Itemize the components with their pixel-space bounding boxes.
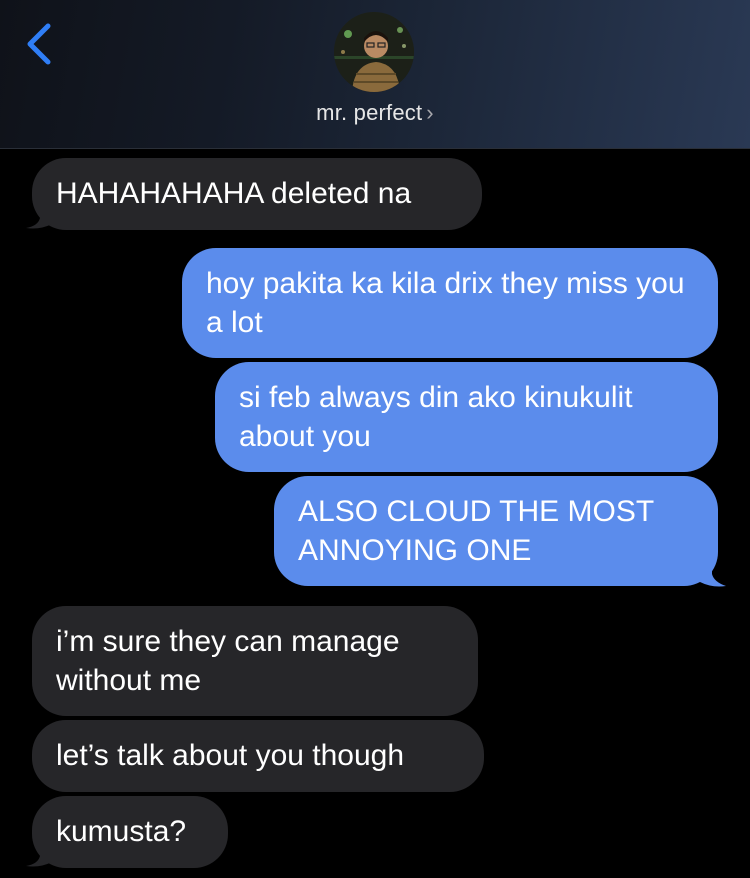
message-text: HAHAHAHAHA deleted na: [56, 177, 412, 210]
contact-photo: [334, 12, 414, 92]
message-bubble-received[interactable]: kumusta?: [32, 796, 228, 868]
message-text: si feb always din ako kinukulit about yo…: [239, 381, 633, 453]
contact-name: mr. perfect: [316, 100, 423, 125]
bubble-tail: [700, 560, 726, 587]
chevron-left-icon: [27, 23, 51, 65]
message-text: let’s talk about you though: [56, 739, 405, 772]
message-bubble-sent[interactable]: hoy pakita ka kila drix they miss you a …: [182, 248, 718, 358]
message-bubble-received[interactable]: HAHAHAHAHA deleted na: [32, 158, 482, 230]
back-button[interactable]: [20, 20, 60, 68]
message-bubble-sent[interactable]: si feb always din ako kinukulit about yo…: [215, 362, 718, 472]
bubble-tail: [26, 842, 52, 867]
contact-name-button[interactable]: mr. perfect ›: [0, 100, 750, 126]
message-bubble-received[interactable]: let’s talk about you though: [32, 720, 484, 792]
message-bubble-received[interactable]: i’m sure they can manage without me: [32, 606, 478, 716]
message-text: hoy pakita ka kila drix they miss you a …: [206, 267, 685, 339]
avatar[interactable]: [334, 12, 414, 92]
message-text: ALSO CLOUD THE MOST ANNOYING ONE: [298, 495, 654, 567]
conversation-header: mr. perfect ›: [0, 0, 750, 149]
message-text: i’m sure they can manage without me: [56, 625, 400, 697]
message-bubble-sent[interactable]: ALSO CLOUD THE MOST ANNOYING ONE: [274, 476, 718, 586]
bubble-tail: [26, 204, 52, 229]
chevron-right-icon: ›: [426, 100, 434, 125]
message-text: kumusta?: [56, 815, 187, 848]
